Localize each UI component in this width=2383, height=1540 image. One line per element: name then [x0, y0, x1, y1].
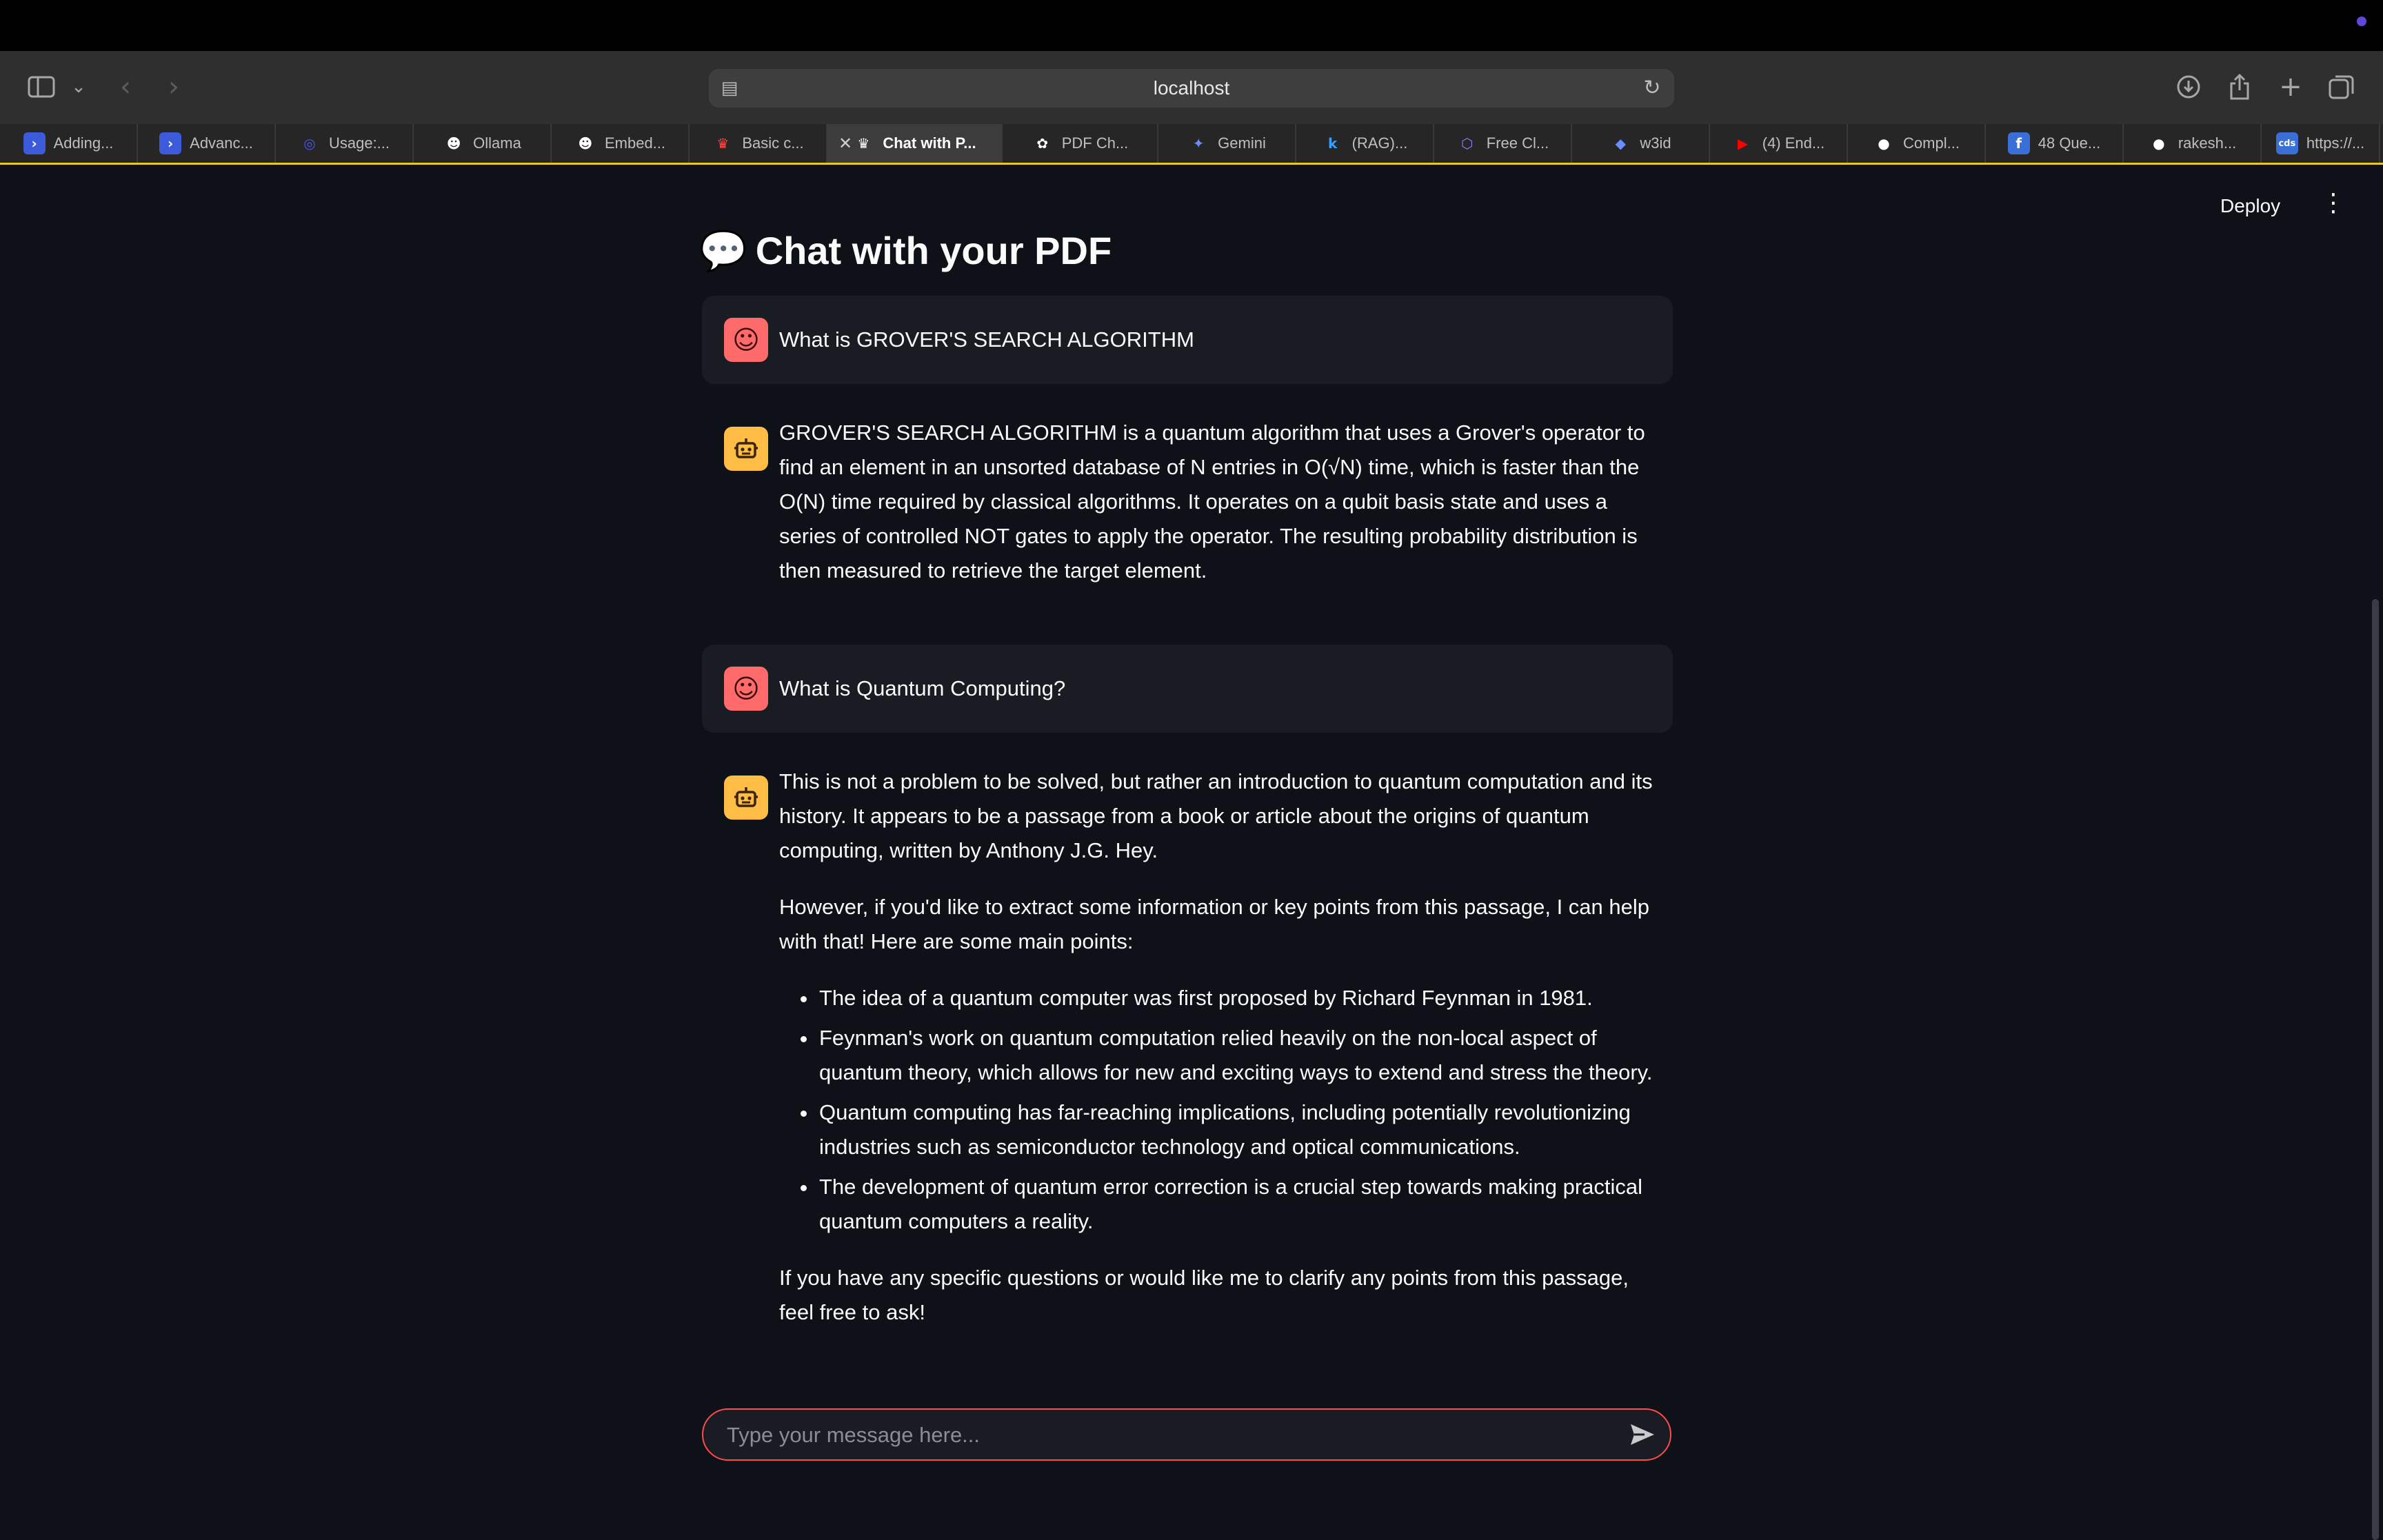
k-logo-icon: k: [1328, 135, 1338, 152]
tab-label: (4) End...: [1762, 134, 1825, 152]
page-title-text: Chat with your PDF: [755, 229, 1112, 272]
tab-item[interactable]: ◎ Usage:...: [276, 124, 414, 163]
chat-message-assistant: GROVER'S SEARCH ALGORITHM is a quantum a…: [702, 416, 1673, 582]
tab-label: Compl...: [1903, 134, 1960, 152]
speech-bubble-icon: 💬: [699, 229, 747, 274]
close-icon[interactable]: ✕: [838, 134, 852, 153]
chat-input[interactable]: [725, 1410, 1625, 1461]
tab-label: rakesh...: [2178, 134, 2237, 152]
address-bar[interactable]: ▤ localhost ↻: [709, 69, 1674, 108]
shield-icon: ◆: [1615, 135, 1627, 152]
tab-item[interactable]: ● rakesh...: [2124, 124, 2262, 163]
tab-label: Gemini: [1218, 134, 1266, 152]
chevron-down-icon[interactable]: ⌄: [58, 66, 99, 108]
tab-label: w3id: [1640, 134, 1671, 152]
chat-message-user: ☺ What is GROVER'S SEARCH ALGORITHM: [702, 296, 1673, 384]
tab-label: Ollama: [473, 134, 521, 152]
tab-item[interactable]: ✦ Gemini: [1158, 124, 1296, 163]
tab-item[interactable]: ◆ w3id: [1572, 124, 1710, 163]
key-points-list: The idea of a quantum computer was first…: [779, 981, 1669, 1239]
document-icon: f: [2007, 132, 2030, 154]
youtube-icon: ▶: [1738, 135, 1749, 152]
message-text: What is GROVER'S SEARCH ALGORITHM: [779, 327, 1194, 352]
tab-item[interactable]: › Adding...: [0, 124, 138, 163]
recording-indicator-icon: [2357, 17, 2366, 26]
main-menu-icon[interactable]: ⋮: [2321, 190, 2346, 217]
tab-label: (RAG)...: [1351, 134, 1408, 152]
user-avatar-icon: ☺: [724, 667, 768, 711]
gemini-sparkle-icon: ✦: [1192, 135, 1205, 152]
list-item: Quantum computing has far-reaching impli…: [818, 1095, 1669, 1164]
streamlit-crown-icon: ♛: [716, 135, 730, 152]
robot-avatar-icon: [724, 776, 768, 820]
chat-message-assistant: This is not a problem to be solved, but …: [702, 764, 1673, 1337]
tab-item[interactable]: f 48 Que...: [1986, 124, 2124, 163]
streamlit-crown-icon: ♛: [857, 135, 870, 152]
ring-icon: ◎: [303, 135, 316, 152]
new-tab-icon[interactable]: +: [2270, 66, 2311, 108]
tab-item[interactable]: ♛ Basic c...: [690, 124, 827, 163]
chat-input-container: [702, 1408, 1671, 1461]
tab-bar: › Adding... › Advanc... ◎ Usage:... ☻ Ollama ☻ Em…: [0, 124, 2383, 165]
downloads-icon[interactable]: [2168, 66, 2209, 108]
message-paragraph: However, if you'd like to extract some i…: [779, 895, 1650, 953]
back-button[interactable]: ‹: [105, 66, 146, 108]
scrollbar[interactable]: [2372, 599, 2379, 1540]
tab-label: Advanc...: [190, 134, 253, 152]
tab-label: https://...: [2306, 134, 2365, 152]
url-text: localhost: [1153, 77, 1230, 99]
send-icon[interactable]: [1627, 1419, 1658, 1450]
tab-label: PDF Ch...: [1061, 134, 1129, 152]
message-text: GROVER'S SEARCH ALGORITHM is a quantum a…: [779, 416, 1669, 610]
tab-label: 48 Que...: [2038, 134, 2101, 152]
tab-label: Basic c...: [742, 134, 804, 152]
tab-label: Chat with P...: [883, 134, 976, 152]
message-text: This is not a problem to be solved, but …: [779, 764, 1669, 1352]
tab-label: Usage:...: [328, 134, 390, 152]
streamlit-app: Deploy ⋮ 💬 Chat with your PDF ☺ What is G…: [0, 165, 2383, 1540]
macos-menubar: [0, 0, 2383, 51]
tab-item[interactable]: k (RAG)...: [1296, 124, 1434, 163]
list-item: The development of quantum error correct…: [818, 1170, 1669, 1239]
tab-item[interactable]: ⬡ Free Cl...: [1434, 124, 1572, 163]
sidebar-toggle-icon[interactable]: [21, 66, 62, 108]
tab-item[interactable]: ✿ PDF Ch...: [1003, 124, 1158, 163]
tab-item[interactable]: ☻ Ollama: [414, 124, 552, 163]
user-avatar-icon: ☺: [724, 318, 768, 362]
powershell-icon: ›: [23, 132, 46, 154]
robot-avatar-icon: [724, 427, 768, 471]
deploy-button[interactable]: Deploy: [2220, 195, 2280, 217]
forward-button[interactable]: ›: [153, 66, 194, 108]
ollama-icon: ☻: [578, 135, 593, 152]
tab-item[interactable]: ☻ Embed...: [552, 124, 690, 163]
message-text: What is Quantum Computing?: [779, 676, 1066, 700]
browser-toolbar: ⌄ ‹ › ▤ localhost ↻ +: [0, 51, 2383, 124]
tab-item[interactable]: ▶ (4) End...: [1710, 124, 1848, 163]
cube-icon: ⬡: [1461, 135, 1474, 152]
chat-message-user: ☺ What is Quantum Computing?: [702, 645, 1673, 733]
tab-item[interactable]: ● Compl...: [1848, 124, 1986, 163]
tab-item[interactable]: ✕ ♛ Chat with P...: [827, 124, 1003, 163]
github-icon: ●: [2153, 135, 2165, 152]
tab-label: Free Cl...: [1486, 134, 1549, 152]
openai-icon: ✿: [1036, 135, 1049, 152]
message-paragraph: If you have any specific questions or wo…: [779, 1266, 1629, 1324]
share-icon[interactable]: [2219, 66, 2260, 108]
list-item: Feynman's work on quantum computation re…: [818, 1021, 1669, 1090]
message-paragraph: This is not a problem to be solved, but …: [779, 769, 1653, 862]
tab-label: Adding...: [53, 134, 114, 152]
tab-item[interactable]: › Advanc...: [138, 124, 276, 163]
tab-item[interactable]: cds https://...: [2262, 124, 2380, 163]
list-item: The idea of a quantum computer was first…: [818, 981, 1669, 1015]
message-paragraph: GROVER'S SEARCH ALGORITHM is a quantum a…: [779, 421, 1645, 582]
page-title: 💬 Chat with your PDF: [699, 228, 1112, 274]
cds-icon: cds: [2275, 132, 2298, 154]
reload-icon[interactable]: ↻: [1640, 76, 1665, 101]
tab-overview-icon[interactable]: [2321, 66, 2362, 108]
ollama-icon: ☻: [446, 135, 461, 152]
tab-label: Embed...: [604, 134, 666, 152]
powershell-icon: ›: [159, 132, 182, 154]
github-icon: ●: [1878, 135, 1890, 152]
